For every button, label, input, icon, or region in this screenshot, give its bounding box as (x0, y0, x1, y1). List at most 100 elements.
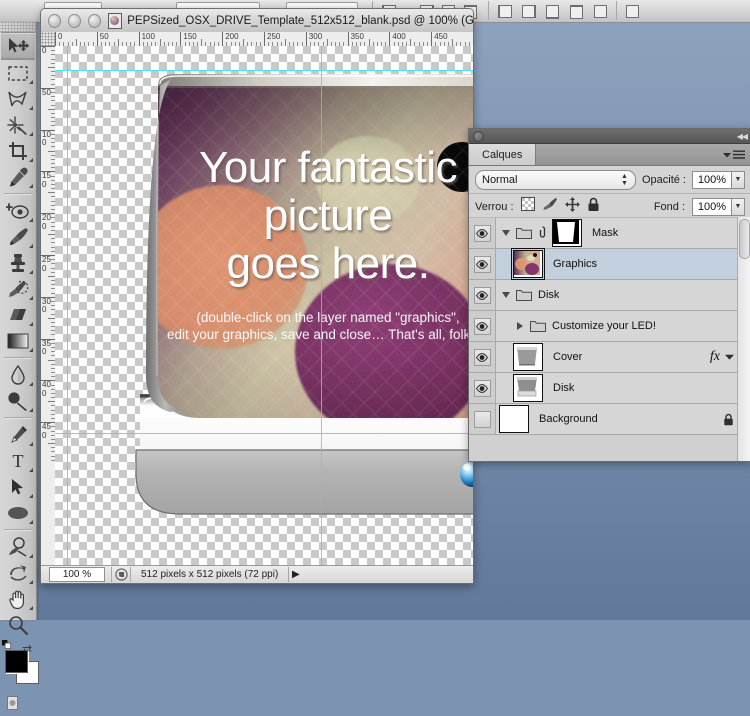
layer-thumbnail[interactable] (513, 343, 543, 371)
eye-icon[interactable] (473, 317, 491, 335)
tool-submenu-triangle-icon[interactable] (29, 106, 33, 110)
tool-submenu-triangle-icon[interactable] (29, 158, 33, 162)
tool-pen-tool[interactable] (1, 422, 35, 448)
eye-icon[interactable] (473, 286, 491, 304)
tool-submenu-triangle-icon[interactable] (29, 80, 33, 84)
layer-row-body[interactable]: Disk (496, 373, 738, 403)
guide-vertical-left[interactable] (67, 46, 68, 566)
document-window[interactable]: PEPSized_OSX_DRIVE_Template_512x512_blan… (40, 8, 474, 584)
layers-panel[interactable]: ◀◀ Calques Normal ▲ ▼ Opacité : 100% ▼ Ve… (468, 128, 750, 462)
tool-crop-tool[interactable] (1, 138, 35, 164)
tool-submenu-triangle-icon[interactable] (29, 494, 33, 498)
tool-brush-tool[interactable] (1, 224, 35, 250)
link-mask-icon[interactable] (538, 226, 547, 240)
collapse-panel-icon[interactable]: ◀◀ (737, 132, 748, 141)
tool-eyedropper-tool[interactable] (1, 164, 35, 190)
layer-thumbnail[interactable] (499, 405, 529, 433)
lock-image-pixels-icon[interactable] (542, 197, 558, 216)
tool-eraser-tool[interactable] (1, 302, 35, 328)
layer-name[interactable]: Disk (538, 289, 559, 301)
lock-transparent-pixels-icon[interactable] (520, 197, 535, 216)
color-swatches[interactable]: ⇄ (0, 640, 39, 688)
ruler-origin-corner[interactable] (41, 32, 56, 47)
palette-drag-grip[interactable] (0, 22, 36, 32)
tool-submenu-triangle-icon[interactable] (29, 520, 33, 524)
horizontal-ruler[interactable]: 050100150200250300350400450500 (55, 32, 473, 47)
layer-visibility-toggle[interactable] (469, 373, 496, 403)
layers-scrollbar[interactable] (737, 217, 750, 461)
eye-icon[interactable] (473, 379, 491, 397)
tool-blur-tool[interactable] (1, 362, 35, 388)
layer-row-body[interactable]: Graphics (496, 248, 738, 280)
fill-field[interactable]: 100% (692, 197, 732, 216)
tool-clone-stamp-tool[interactable] (1, 250, 35, 276)
eye-icon[interactable] (473, 224, 491, 242)
zoom-level-field[interactable]: 100 % (49, 567, 105, 582)
eye-icon[interactable] (473, 255, 491, 273)
layer-name[interactable]: Graphics (553, 258, 597, 270)
document-statusbar[interactable]: 100 % 512 pixels x 512 pixels (72 ppi) ▶ (41, 565, 473, 583)
tool-submenu-triangle-icon[interactable] (29, 554, 33, 558)
layer-row-body[interactable]: Mask (496, 218, 738, 248)
opacity-stepper[interactable]: ▼ (732, 170, 745, 189)
layer-name[interactable]: Customize your LED! (552, 320, 656, 332)
tool-hand-tool[interactable] (1, 586, 35, 612)
panel-menu-icon[interactable] (723, 144, 750, 165)
tool-submenu-triangle-icon[interactable] (29, 580, 33, 584)
panel-titlebar[interactable]: ◀◀ (469, 129, 750, 144)
status-menu-arrow-icon[interactable]: ▶ (288, 567, 302, 582)
guide-horizontal-top[interactable] (55, 70, 473, 71)
lock-all-icon[interactable] (587, 197, 600, 217)
vertical-ruler[interactable]: 0 50 100 150 200 250 300 350 400 450 (41, 46, 56, 583)
chevron-down-icon[interactable] (499, 230, 513, 236)
tool-submenu-triangle-icon[interactable] (29, 606, 33, 610)
layer-row[interactable]: Background (469, 404, 738, 435)
tool-move-tool[interactable] (1, 32, 35, 60)
blend-mode-row[interactable]: Normal ▲ ▼ Opacité : 100% ▼ (469, 166, 750, 194)
fill-stepper[interactable]: ▼ (732, 197, 745, 216)
distribute-bottom-icon[interactable] (546, 5, 559, 19)
layer-row[interactable]: Customize your LED! (469, 311, 738, 342)
layer-row-body[interactable]: Disk (496, 280, 738, 310)
lock-position-icon[interactable] (564, 196, 580, 217)
layer-name[interactable]: Background (539, 413, 598, 425)
layer-row[interactable]: Disk (469, 280, 738, 311)
layer-row[interactable]: Cover fx (469, 342, 738, 373)
distribute-left-icon[interactable] (498, 5, 512, 18)
minimize-button[interactable] (67, 13, 81, 28)
layer-row[interactable]: Disk (469, 373, 738, 404)
layer-thumbnail[interactable] (552, 219, 582, 247)
tool-ellipse-shape-tool[interactable] (1, 500, 35, 526)
tool-submenu-triangle-icon[interactable] (29, 408, 33, 412)
layer-row-body[interactable]: Background (496, 404, 738, 434)
tool-healing-brush-tool[interactable] (1, 198, 35, 224)
tool-submenu-triangle-icon[interactable] (29, 132, 33, 136)
guide-horizontal-bottom[interactable] (55, 433, 473, 434)
tool-submenu-triangle-icon[interactable] (29, 468, 33, 472)
layer-visibility-toggle[interactable] (469, 249, 496, 279)
document-titlebar[interactable]: PEPSized_OSX_DRIVE_Template_512x512_blan… (41, 9, 473, 33)
tool-submenu-triangle-icon[interactable] (29, 296, 33, 300)
panel-tab-row[interactable]: Calques (469, 144, 750, 166)
layer-visibility-toggle[interactable] (469, 311, 496, 341)
layer-visibility-toggle[interactable] (469, 342, 496, 372)
eye-icon[interactable] (473, 348, 491, 366)
layer-row-body[interactable]: Cover fx (496, 342, 738, 372)
layer-row[interactable]: Graphics (469, 248, 738, 280)
chevron-right-icon[interactable] (513, 322, 527, 330)
tool-type-tool[interactable]: T (1, 448, 35, 474)
layer-thumbnail[interactable] (511, 248, 545, 280)
panel-close-dot[interactable] (473, 130, 484, 142)
layer-visibility-toggle[interactable] (469, 280, 496, 310)
layer-visibility-toggle[interactable] (469, 218, 496, 248)
tool-submenu-triangle-icon[interactable] (29, 244, 33, 248)
tool-submenu-triangle-icon[interactable] (29, 322, 33, 326)
tool-lasso-tool[interactable] (1, 86, 35, 112)
tool-path-selection-tool[interactable] (1, 474, 35, 500)
layer-effects-fx-icon[interactable]: fx (710, 349, 720, 365)
distribute-top-icon[interactable] (570, 5, 583, 19)
layer-name[interactable]: Disk (553, 382, 574, 394)
tool-submenu-triangle-icon[interactable] (29, 382, 33, 386)
auto-align-layers-icon[interactable] (626, 5, 639, 18)
tool-magic-wand-tool[interactable] (1, 112, 35, 138)
